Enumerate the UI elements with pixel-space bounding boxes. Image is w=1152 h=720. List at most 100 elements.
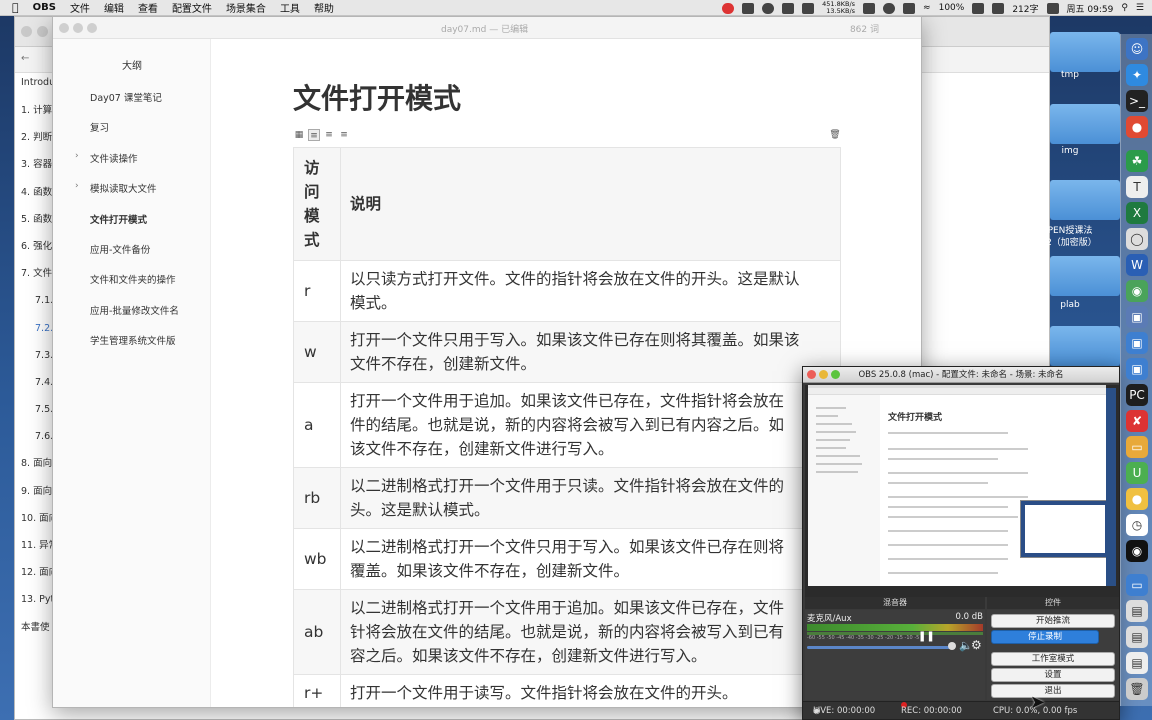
book-nav-item[interactable]: 7.3.: [15, 342, 55, 369]
outline-item[interactable]: 文件读操作: [90, 151, 138, 165]
app-icon[interactable]: U: [1126, 462, 1148, 484]
description-cell[interactable]: 打开一个文件只用于写入。如果该文件已存在则将其覆盖。如果该 文件不存在，创建新文件…: [340, 321, 841, 383]
search-icon[interactable]: ⚲: [1121, 3, 1128, 13]
align-left-icon[interactable]: ≡: [308, 129, 320, 141]
outline-item[interactable]: 应用-文件备份: [90, 242, 150, 256]
align-center-icon[interactable]: ≡: [323, 129, 335, 141]
menu-file[interactable]: 文件: [70, 0, 90, 15]
start-stream-button[interactable]: 开始推流: [991, 614, 1115, 628]
char-count[interactable]: 212字: [1012, 2, 1038, 15]
close-button[interactable]: [807, 370, 816, 379]
app-icon[interactable]: ●: [1126, 488, 1148, 510]
menu-scene-collection[interactable]: 场景集合: [226, 0, 266, 15]
book-nav-item[interactable]: 13. Pyt: [15, 586, 55, 613]
zoom-button[interactable]: [87, 23, 97, 33]
folder-label[interactable]: img: [1030, 146, 1110, 156]
folder-icon[interactable]: [1050, 32, 1122, 74]
delete-table-icon[interactable]: 🗑: [829, 129, 841, 141]
folder-icon[interactable]: [1050, 256, 1122, 298]
page-title[interactable]: 文件打开模式: [293, 77, 461, 117]
book-nav-item[interactable]: 11. 异常: [15, 532, 55, 559]
status-icon[interactable]: [883, 2, 896, 14]
stop-recording-button[interactable]: 停止录制: [991, 630, 1099, 644]
trash-icon[interactable]: 🗑: [1126, 678, 1148, 700]
book-nav-item[interactable]: 7.1.: [15, 287, 55, 314]
status-icon[interactable]: [742, 2, 755, 14]
outline-item[interactable]: 模拟读取大文件: [90, 181, 157, 195]
evernote-icon[interactable]: ☘: [1126, 150, 1148, 172]
outline-item[interactable]: Day07 课堂笔记: [90, 90, 162, 104]
back-arrow-icon[interactable]: ←: [21, 53, 29, 64]
excel-icon[interactable]: X: [1126, 202, 1148, 224]
outline-expand-icon[interactable]: ›: [75, 181, 79, 191]
menu-profile[interactable]: 配置文件: [172, 0, 212, 15]
status-icon[interactable]: [762, 2, 775, 14]
folder-label[interactable]: tmp: [1030, 70, 1110, 80]
battery-level[interactable]: 100%: [939, 3, 965, 13]
app-icon[interactable]: ◉: [1126, 280, 1148, 302]
book-nav-item[interactable]: 5. 函数: [15, 206, 55, 233]
status-icon[interactable]: [802, 2, 815, 14]
outline-item[interactable]: 文件和文件夹的操作: [90, 272, 176, 286]
document-icon[interactable]: ▤: [1126, 600, 1148, 622]
folder-label[interactable]: .2（加密版）: [1030, 235, 1110, 248]
pycharm-icon[interactable]: PC: [1126, 384, 1148, 406]
gear-icon[interactable]: ⚙: [971, 638, 982, 652]
mode-cell[interactable]: w: [293, 321, 341, 383]
clock[interactable]: 周五 09:59: [1067, 2, 1114, 15]
volume-fader[interactable]: [807, 646, 952, 649]
menu-app-name[interactable]: OBS: [33, 2, 56, 13]
volume-fader-handle[interactable]: [948, 642, 956, 650]
mode-cell[interactable]: a: [293, 382, 341, 468]
mode-cell[interactable]: ab: [293, 589, 341, 675]
status-icon[interactable]: [992, 2, 1005, 14]
close-button[interactable]: [59, 23, 69, 33]
description-cell[interactable]: 以二进制格式打开一个文件用于只读。文件指针将会放在文件的 头。这是默认模式。: [340, 467, 841, 529]
wifi-icon[interactable]: ≈: [923, 3, 931, 13]
folder-icon[interactable]: ▭: [1126, 436, 1148, 458]
control-center-icon[interactable]: ☰: [1136, 3, 1144, 13]
finder-icon[interactable]: ☺: [1126, 38, 1148, 60]
terminal-icon[interactable]: >_: [1126, 90, 1148, 112]
description-cell[interactable]: 以二进制格式打开一个文件只用于写入。如果该文件已存在则将 覆盖。如果该文件不存在，…: [340, 528, 841, 590]
header-mode[interactable]: 访问模式: [293, 147, 341, 261]
book-nav-item[interactable]: 7.6.: [15, 423, 55, 450]
app-icon[interactable]: ▣: [1126, 332, 1148, 354]
app-icon[interactable]: ✘: [1126, 410, 1148, 432]
record-status-icon[interactable]: [722, 2, 735, 14]
safari-icon[interactable]: ✦: [1126, 64, 1148, 86]
minimize-button[interactable]: [73, 23, 83, 33]
book-nav-item[interactable]: 12. 面向: [15, 559, 55, 586]
apple-icon[interactable]: : [12, 1, 19, 14]
app-icon[interactable]: ▣: [1126, 358, 1148, 380]
minimize-button[interactable]: [819, 370, 828, 379]
folder-icon[interactable]: ▭: [1126, 574, 1148, 596]
status-icon[interactable]: [903, 2, 916, 14]
align-right-icon[interactable]: ≡: [338, 129, 350, 141]
document-icon[interactable]: ▤: [1126, 626, 1148, 648]
mode-cell[interactable]: wb: [293, 528, 341, 590]
book-nav-item[interactable]: 1. 计算: [15, 97, 55, 124]
pause-icon[interactable]: ❚❚: [918, 631, 935, 642]
book-nav-item[interactable]: 8. 面向: [15, 450, 55, 477]
minimize-button[interactable]: [37, 26, 48, 37]
mode-cell[interactable]: r: [293, 260, 341, 322]
book-nav-item[interactable]: 7.5.: [15, 396, 55, 423]
book-nav-item[interactable]: 7.4.: [15, 369, 55, 396]
app-icon[interactable]: ▣: [1126, 306, 1148, 328]
status-icon[interactable]: [782, 2, 795, 14]
outline-expand-icon[interactable]: ›: [75, 151, 79, 161]
outline-item[interactable]: 文件打开模式: [90, 212, 147, 226]
folder-icon[interactable]: [1050, 180, 1122, 222]
menu-help[interactable]: 帮助: [314, 0, 334, 15]
status-icon[interactable]: [1046, 2, 1059, 14]
status-icon[interactable]: [863, 2, 876, 14]
book-nav-item[interactable]: 10. 面向: [15, 505, 55, 532]
document-icon[interactable]: ▤: [1126, 652, 1148, 674]
table-grid-icon[interactable]: ▦: [293, 129, 305, 141]
outline-item[interactable]: 复习: [90, 120, 109, 134]
chrome-icon[interactable]: ●: [1126, 116, 1148, 138]
word-icon[interactable]: W: [1126, 254, 1148, 276]
book-nav-item[interactable]: 9. 面向: [15, 478, 55, 505]
folder-label[interactable]: plab: [1030, 300, 1110, 310]
